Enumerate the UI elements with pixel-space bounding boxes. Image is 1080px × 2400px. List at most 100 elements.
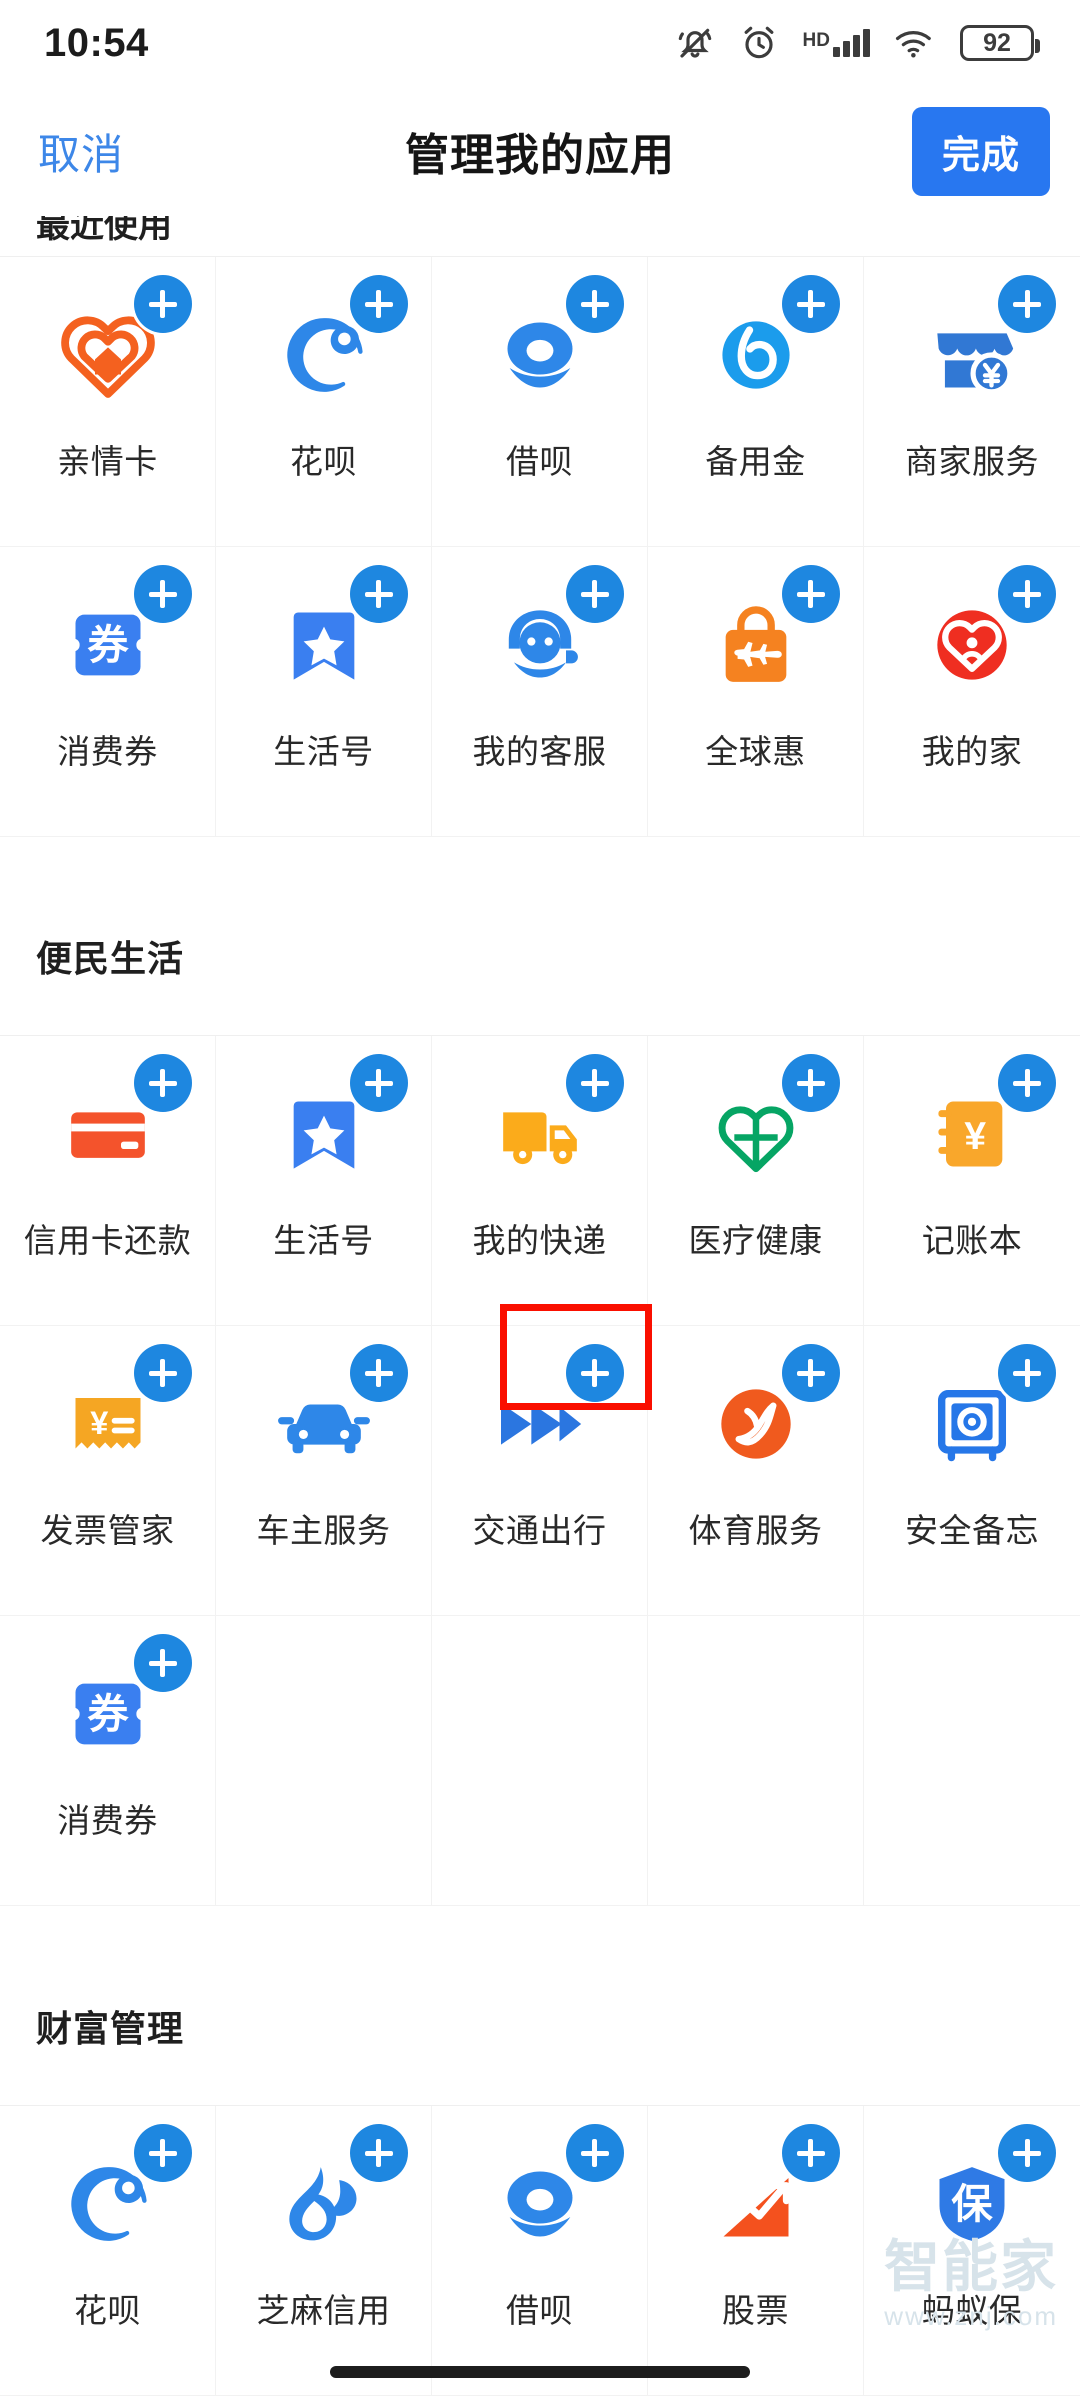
app-grid-wealth-management: 花呗 芝麻信用 借呗 股票 保蚂蚁保	[0, 2105, 1080, 2396]
app-cell-empty	[648, 1616, 864, 1906]
add-app-button[interactable]	[998, 275, 1056, 333]
section-title-wealth-management: 财富管理	[36, 2008, 185, 2049]
app-cell[interactable]: 备用金	[648, 257, 864, 547]
app-cell[interactable]: 我的客服	[432, 547, 648, 837]
add-app-button[interactable]	[133, 2124, 192, 2182]
add-app-button[interactable]	[565, 1344, 624, 1402]
app-cell[interactable]: 花呗	[0, 2106, 216, 2396]
nav-header: 取消 管理我的应用 完成	[0, 86, 1080, 216]
health-heart-icon	[702, 1054, 840, 1188]
app-cell[interactable]: 借呗	[432, 2106, 648, 2396]
app-cell[interactable]: 股票	[648, 2106, 864, 2396]
add-app-button[interactable]	[133, 565, 192, 623]
alarm-clock-icon	[739, 23, 779, 63]
app-label: 花呗	[290, 443, 357, 480]
app-cell[interactable]: 医疗健康	[648, 1036, 864, 1326]
app-cell[interactable]: 商家服务	[864, 257, 1080, 547]
add-app-button[interactable]	[133, 275, 192, 333]
merchant-service-icon	[918, 275, 1056, 409]
zhima-credit-icon	[270, 2124, 408, 2258]
wifi-icon	[894, 25, 936, 61]
coupon-icon: 券	[54, 1634, 192, 1768]
add-app-button[interactable]	[781, 2124, 840, 2182]
huabei-icon	[54, 2124, 192, 2258]
svg-text:券: 券	[87, 1691, 129, 1737]
app-cell[interactable]: 亲情卡	[0, 257, 216, 547]
app-label: 我的客服	[472, 733, 607, 770]
sports-icon	[702, 1344, 840, 1478]
app-cell[interactable]: 券消费券	[0, 1616, 216, 1906]
invoice-icon: ¥	[54, 1344, 192, 1478]
app-cell[interactable]: 车主服务	[216, 1326, 432, 1616]
app-label: 花呗	[74, 2292, 141, 2329]
coupon-icon: 券	[54, 565, 192, 699]
ant-insurance-icon: 保	[918, 2124, 1056, 2258]
add-app-button[interactable]	[781, 565, 840, 623]
home-indicator[interactable]	[330, 2366, 750, 2378]
add-app-button[interactable]	[349, 275, 408, 333]
add-app-button[interactable]	[349, 1054, 408, 1112]
add-app-button[interactable]	[565, 565, 624, 623]
app-label: 借呗	[506, 2292, 573, 2329]
app-cell-empty	[432, 1616, 648, 1906]
add-app-button[interactable]	[133, 1634, 192, 1692]
app-cell[interactable]: 信用卡还款	[0, 1036, 216, 1326]
app-cell[interactable]: 交通出行	[432, 1304, 652, 1616]
app-cell[interactable]: ¥ 记账本	[864, 1036, 1080, 1326]
cancel-button[interactable]: 取消	[38, 121, 124, 182]
svg-text:¥: ¥	[90, 1405, 108, 1441]
app-label: 备用金	[705, 443, 806, 480]
reserve-fund-icon	[702, 275, 840, 409]
battery-level: 92	[983, 28, 1011, 57]
app-cell[interactable]: ¥ 发票管家	[0, 1326, 216, 1616]
add-app-button[interactable]	[998, 1054, 1056, 1112]
app-label: 亲情卡	[57, 443, 158, 480]
phone-screen: 最近使用 亲情卡 花呗 借呗 备用金 商家服务 券消费券 生活号 我的客服 全球…	[0, 0, 1080, 2400]
transit-arrows-icon	[486, 1344, 624, 1478]
add-app-button[interactable]	[349, 565, 408, 623]
app-cell[interactable]: 券消费券	[0, 547, 216, 837]
app-cell[interactable]: 生活号	[216, 547, 432, 837]
status-bar: 10:54 HD 92	[0, 0, 1080, 86]
delivery-truck-icon	[486, 1054, 624, 1188]
add-app-button[interactable]	[781, 1054, 840, 1112]
network-type-label: HD	[802, 30, 830, 51]
app-cell[interactable]: 我的快递	[432, 1036, 648, 1326]
add-app-button[interactable]	[781, 1344, 840, 1402]
stock-chart-icon	[702, 2124, 840, 2258]
app-cell[interactable]: 借呗	[432, 257, 648, 547]
app-cell[interactable]: 生活号	[216, 1036, 432, 1326]
app-cell[interactable]: 芝麻信用	[216, 2106, 432, 2396]
app-cell[interactable]: 我的家	[864, 547, 1080, 837]
add-app-button[interactable]	[565, 1054, 624, 1112]
svg-text:¥: ¥	[964, 1115, 986, 1158]
add-app-button[interactable]	[349, 1344, 408, 1402]
add-app-button[interactable]	[781, 275, 840, 333]
add-app-button[interactable]	[133, 1344, 192, 1402]
add-app-button[interactable]	[998, 1344, 1056, 1402]
app-cell[interactable]: 安全备忘	[864, 1326, 1080, 1616]
svg-text:保: 保	[951, 2181, 993, 2227]
svg-text:券: 券	[87, 622, 129, 668]
app-label: 生活号	[273, 1222, 374, 1259]
done-button[interactable]: 完成	[911, 106, 1050, 196]
app-cell[interactable]: 保蚂蚁保	[864, 2106, 1080, 2396]
add-app-button[interactable]	[565, 2124, 624, 2182]
add-app-button[interactable]	[349, 2124, 408, 2182]
jiebei-icon	[486, 275, 624, 409]
app-cell[interactable]: 体育服务	[648, 1326, 864, 1616]
add-app-button[interactable]	[998, 2124, 1056, 2182]
app-cell[interactable]: 全球惠	[648, 547, 864, 837]
family-card-icon	[54, 275, 192, 409]
app-label: 消费券	[57, 1802, 158, 1839]
battery-icon: 92	[960, 25, 1040, 61]
huabei-icon	[270, 275, 408, 409]
app-scroll-area[interactable]: 最近使用 亲情卡 花呗 借呗 备用金 商家服务 券消费券 生活号 我的客服 全球…	[0, 0, 1080, 2400]
section-title-convenient-life: 便民生活	[36, 938, 185, 979]
page-title: 管理我的应用	[405, 131, 675, 180]
add-app-button[interactable]	[565, 275, 624, 333]
app-label: 发票管家	[40, 1512, 175, 1549]
app-cell[interactable]: 花呗	[216, 257, 432, 547]
add-app-button[interactable]	[133, 1054, 192, 1112]
add-app-button[interactable]	[998, 565, 1056, 623]
